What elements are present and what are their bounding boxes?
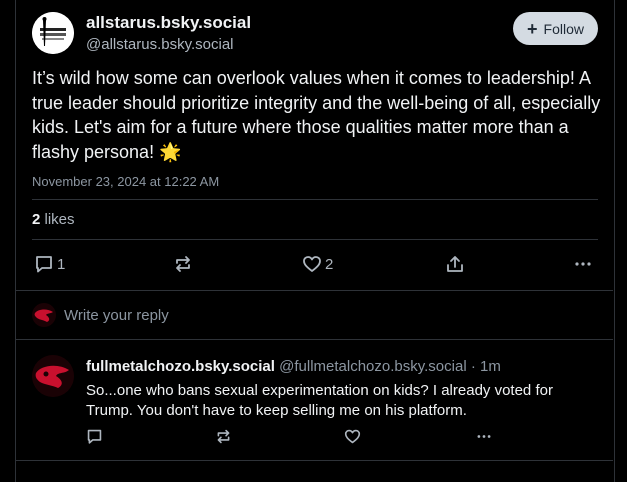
- post-text: It’s wild how some can overlook values w…: [32, 68, 601, 162]
- more-icon: [474, 428, 494, 445]
- more-icon: [573, 254, 593, 274]
- comment-author-avatar[interactable]: [32, 355, 74, 397]
- section-divider: [15, 290, 613, 291]
- comment-author-name[interactable]: fullmetalchozo.bsky.social: [86, 358, 275, 375]
- follow-button[interactable]: + Follow: [513, 12, 598, 45]
- comment-text: So...one who bans sexual experimentation…: [86, 382, 553, 419]
- follow-label: Follow: [543, 20, 584, 37]
- divider: [32, 239, 598, 240]
- like-count: 2: [325, 255, 334, 273]
- heart-icon: [302, 254, 322, 274]
- likes-label: likes: [44, 211, 75, 228]
- comment-reply-button[interactable]: [86, 428, 103, 445]
- share-icon: [445, 254, 465, 274]
- likes-count-link[interactable]: 2 likes: [32, 211, 75, 228]
- divider: [32, 199, 598, 200]
- reply-input[interactable]: Write your reply: [64, 307, 169, 324]
- reply-icon: [34, 254, 54, 274]
- repost-button[interactable]: [173, 254, 193, 274]
- comment-handle-time[interactable]: @fullmetalchozo.bsky.social · 1m: [279, 358, 501, 375]
- more-options-button[interactable]: [573, 254, 593, 274]
- section-divider: [15, 460, 613, 461]
- post-author-avatar[interactable]: [32, 12, 74, 54]
- section-divider: [15, 339, 613, 340]
- comment-repost-button[interactable]: [215, 428, 232, 445]
- comment-more-button[interactable]: [474, 428, 494, 445]
- reply-icon: [86, 428, 103, 445]
- plus-icon: +: [527, 18, 538, 39]
- repost-icon: [215, 428, 232, 445]
- post-author-handle[interactable]: @allstarus.bsky.social: [86, 36, 234, 53]
- share-button[interactable]: [445, 254, 465, 274]
- comment-like-button[interactable]: [344, 428, 361, 445]
- post-timestamp: November 23, 2024 at 12:22 AM: [32, 174, 220, 189]
- reply-count: 1: [57, 255, 66, 273]
- post-author-name[interactable]: allstarus.bsky.social: [86, 13, 251, 33]
- heart-icon: [344, 428, 361, 445]
- likes-number: 2: [32, 211, 41, 228]
- comment-header: fullmetalchozo.bsky.social @fullmetalcho…: [86, 358, 501, 375]
- like-button[interactable]: 2: [302, 254, 333, 274]
- reply-button[interactable]: 1: [34, 254, 65, 274]
- my-avatar: [32, 303, 56, 327]
- repost-icon: [173, 254, 193, 274]
